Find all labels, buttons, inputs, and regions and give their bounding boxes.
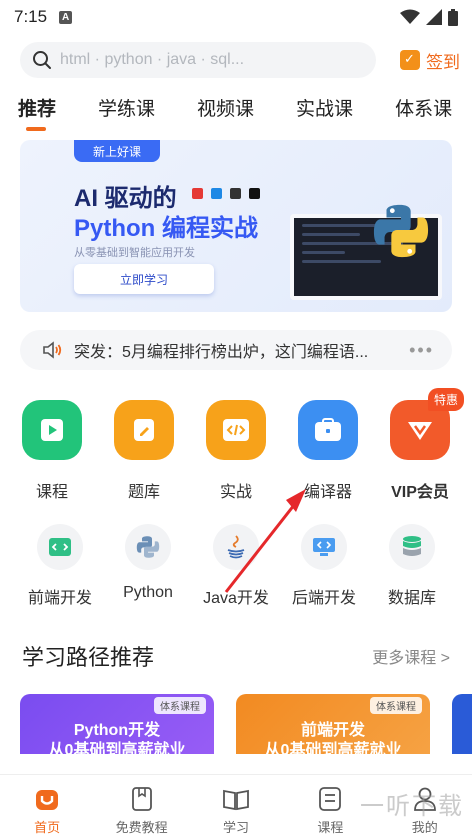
category-java[interactable]: Java开发: [196, 524, 276, 608]
tab-practice[interactable]: 学练课: [98, 95, 155, 135]
tool-icon-dark: [230, 188, 241, 199]
feature-label: 题库: [127, 484, 160, 501]
notice-bar[interactable]: 突发：5月编程排行榜出炉，这门编程语... •••: [20, 330, 452, 370]
status-right-icons: [400, 8, 458, 26]
category-tabs: 推荐 学练课 视频课 实战课 体系课: [0, 95, 472, 135]
banner-tag: 新上好课: [74, 140, 160, 162]
speaker-icon: [43, 341, 62, 359]
course-card-frontend[interactable]: 体系课程 前端开发 从0基础到高薪就业: [236, 694, 430, 754]
tab-system[interactable]: 体系课: [395, 95, 452, 135]
java-icon: [213, 524, 259, 570]
backend-icon: [301, 524, 347, 570]
more-dots-icon[interactable]: •••: [409, 340, 434, 361]
feature-compiler[interactable]: 编译器: [296, 400, 360, 502]
nav-label: 首页: [34, 820, 61, 835]
search-row: html · python · java · sql... 签到: [20, 42, 460, 78]
status-time: 7:15: [14, 7, 48, 26]
database-icon: [389, 524, 435, 570]
feature-vip[interactable]: 特惠 VIP会员: [388, 388, 464, 502]
calendar-check-icon: [400, 50, 420, 70]
python-logo-icon: [373, 204, 429, 258]
feature-label: 课程: [35, 484, 68, 501]
banner-tool-icons: [192, 188, 260, 199]
feature-practice[interactable]: 实战: [204, 400, 268, 502]
category-python[interactable]: Python: [108, 524, 188, 608]
book-icon: [128, 785, 156, 813]
edit-icon: [114, 400, 174, 460]
banner-title-line2: Python 编程实战: [74, 215, 258, 242]
course-icon: [316, 785, 344, 813]
course-tag: 体系课程: [154, 697, 206, 714]
search-icon: [33, 51, 51, 69]
compiler-icon: [298, 400, 358, 460]
watermark-text: 一听下载: [360, 793, 464, 820]
frontend-icon: [37, 524, 83, 570]
feature-grid: 课程 题库 实战 编译器 特惠 VIP会员: [20, 388, 464, 502]
course-cards: 体系课程 Python开发 从0基础到高薪就业 体系课程 前端开发 从0基础到高…: [20, 694, 472, 754]
tool-icon-blue: [211, 188, 222, 199]
category-backend[interactable]: 后端开发: [284, 524, 364, 608]
notice-text: 突发：5月编程排行榜出炉，这门编程语...: [74, 344, 369, 361]
notification-a-icon: A: [59, 10, 73, 24]
search-input[interactable]: html · python · java · sql...: [20, 42, 376, 78]
nav-label: 学习: [222, 820, 249, 835]
open-book-icon: [222, 785, 250, 813]
signin-button[interactable]: 签到: [400, 48, 460, 73]
tool-icon-red: [192, 188, 203, 199]
home-icon: [33, 785, 61, 813]
signal-icon: [426, 9, 442, 25]
nav-label: 免费教程: [115, 820, 168, 835]
feature-courses[interactable]: 课程: [20, 400, 84, 502]
search-placeholder: html · python · java · sql...: [60, 51, 245, 68]
category-label: Java开发: [203, 590, 269, 607]
course-tag: 体系课程: [370, 697, 422, 714]
nav-free-tutorials[interactable]: 免费教程: [95, 775, 189, 840]
tab-recommend[interactable]: 推荐: [18, 95, 56, 135]
tool-icon-black: [249, 188, 260, 199]
course-card-partial[interactable]: [452, 694, 472, 754]
banner-subtitle: 从零基础到智能应用开发: [74, 247, 195, 259]
feature-question-bank[interactable]: 题库: [112, 400, 176, 502]
nav-study[interactable]: 学习: [189, 775, 283, 840]
banner-cta-button[interactable]: 立即学习: [74, 264, 214, 294]
vip-discount-badge: 特惠: [427, 388, 464, 411]
feature-label: 实战: [219, 484, 252, 501]
course-subtitle: 从0基础到高薪就业: [264, 742, 402, 754]
code-icon: [206, 400, 266, 460]
category-label: Python: [123, 584, 173, 601]
category-label: 数据库: [387, 590, 436, 607]
tab-project[interactable]: 实战课: [296, 95, 353, 135]
category-label: 后端开发: [291, 590, 356, 607]
nav-label: 课程: [317, 820, 344, 835]
promo-banner[interactable]: 新上好课 AI 驱动的 Python 编程实战 从零基础到智能应用开发 立即学习: [20, 140, 452, 312]
nav-home[interactable]: 首页: [0, 775, 94, 840]
play-icon: [22, 400, 82, 460]
category-frontend[interactable]: 前端开发: [20, 524, 100, 608]
category-database[interactable]: 数据库: [372, 524, 452, 608]
section-title: 学习路径推荐: [22, 645, 155, 670]
battery-icon: [448, 8, 458, 26]
course-subtitle: 从0基础到高薪就业: [48, 742, 186, 754]
tab-video[interactable]: 视频课: [197, 95, 254, 135]
signin-label: 签到: [426, 52, 460, 72]
wifi-icon: [400, 9, 420, 24]
feature-label: VIP会员: [391, 484, 449, 501]
category-grid: 前端开发 Python Java开发 后端开发 数据库: [20, 524, 452, 608]
python-icon: [125, 524, 171, 570]
status-bar: 7:15 A: [0, 0, 472, 34]
feature-label: 编译器: [303, 484, 352, 501]
category-label: 前端开发: [27, 590, 92, 607]
course-card-python[interactable]: 体系课程 Python开发 从0基础到高薪就业: [20, 694, 214, 754]
more-courses-link[interactable]: 更多课程 >: [372, 644, 450, 668]
